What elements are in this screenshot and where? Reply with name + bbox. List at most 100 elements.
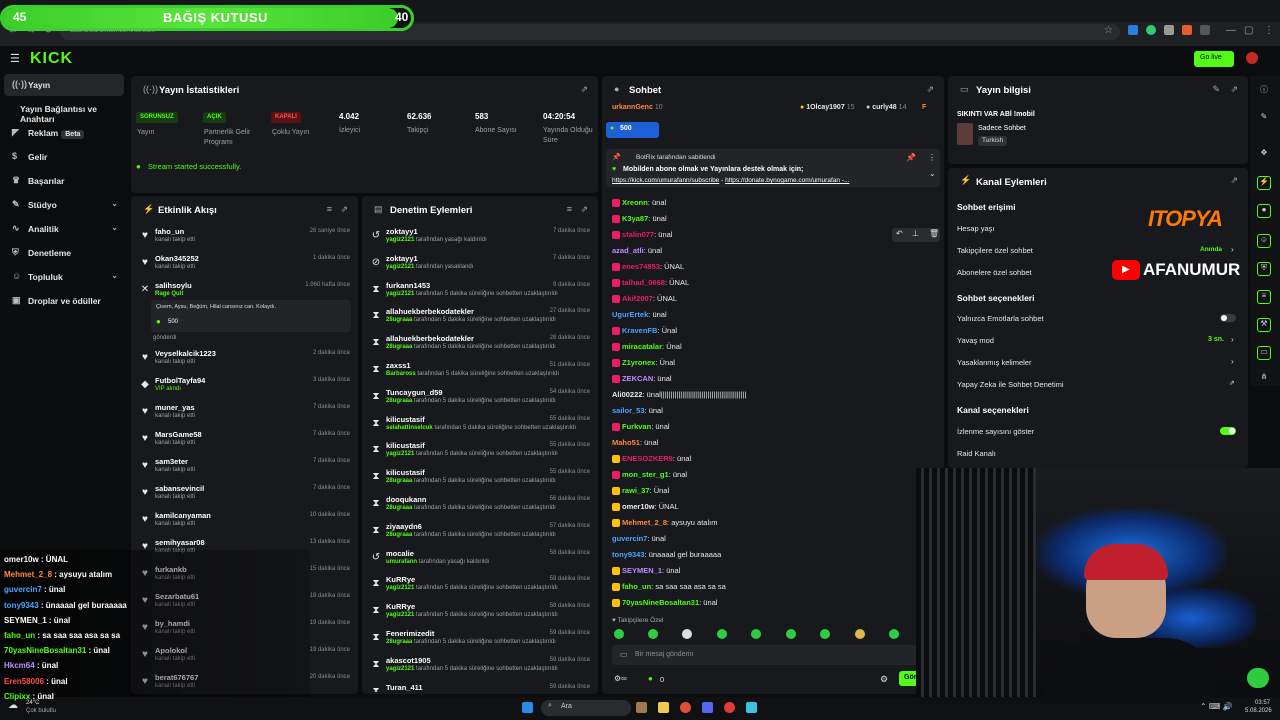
moderation-target[interactable]: zoktayy1	[386, 227, 418, 236]
emote-icon[interactable]	[889, 629, 899, 639]
moderator-name[interactable]: 28ugraaa	[386, 398, 412, 404]
wrench-icon[interactable]: ⚒	[1257, 318, 1271, 332]
goal-pill[interactable]: ● 500	[606, 122, 659, 138]
chat-username[interactable]: guvercin7	[612, 534, 647, 543]
taskbar-app-icon[interactable]	[746, 702, 757, 713]
chat-username[interactable]: Maho51	[612, 438, 640, 447]
sidebar-item-basarilar[interactable]: ♛ Başarılar	[4, 170, 124, 192]
chat-message[interactable]: ZEKCAN: ünal	[612, 374, 672, 384]
chat-username[interactable]: 70yasNineBosaltan31	[622, 598, 699, 607]
windows-start-icon[interactable]	[522, 702, 533, 713]
moderation-target[interactable]: zoktayy1	[386, 254, 418, 263]
chat-message[interactable]: UgurErtek: ünal	[612, 310, 667, 319]
chevron-down-icon[interactable]: ⌄	[929, 169, 936, 178]
activity-username[interactable]: sam3eter	[155, 457, 188, 466]
chat-input[interactable]: ▭ Bir mesaj gönderin	[612, 645, 938, 665]
category-tag[interactable]: Turkish	[978, 136, 1008, 146]
target-icon[interactable]: ✥	[1257, 148, 1271, 162]
moderation-target[interactable]: mocalie	[386, 549, 414, 558]
chat-username[interactable]: ZEKCAN	[622, 374, 653, 383]
extension-icon[interactable]	[1146, 25, 1156, 35]
chat-username[interactable]: mon_ster_g1	[622, 470, 669, 479]
moderation-target[interactable]: Fenerimizedit	[386, 629, 434, 638]
floating-action-button[interactable]	[1247, 668, 1269, 688]
sidebar-item-topluluk[interactable]: ☺ Topluluk ⌄	[4, 266, 124, 288]
monitor-icon[interactable]: ▭	[1257, 346, 1271, 360]
chat-message[interactable]: K3ya87: ünal	[612, 214, 667, 224]
moderation-target[interactable]: zaxss1	[386, 361, 411, 370]
chat-username[interactable]: talhad_0668	[622, 278, 665, 287]
share-icon[interactable]: ⋔	[1257, 372, 1271, 386]
chat-message[interactable]: miracatalar: Ünal	[612, 342, 682, 352]
activity-username[interactable]: salihsoylu	[155, 281, 192, 290]
chrome-icon[interactable]	[680, 702, 691, 713]
go-live-button[interactable]: Go live	[1194, 51, 1234, 67]
chat-message[interactable]: talhad_0668: ÜNAL	[612, 278, 689, 288]
extension-icon[interactable]	[1164, 25, 1174, 35]
moderator-name[interactable]: 28ugraaa	[386, 344, 412, 350]
raid-channel-setting[interactable]: Raid Kanalı	[957, 449, 996, 458]
popout-icon[interactable]: ⇗	[926, 84, 934, 95]
moderator-name[interactable]: yagiz2121	[386, 291, 414, 297]
chat-message[interactable]: faho_un: sa saa saa asa sa sa	[612, 582, 726, 592]
emotes-only-toggle[interactable]	[1220, 314, 1236, 322]
moderator-name[interactable]: yagiz2121	[386, 451, 414, 457]
emote-icon[interactable]	[682, 629, 692, 639]
moderator-name[interactable]: 28ugraaa	[386, 478, 412, 484]
filter-icon[interactable]: ≡	[327, 204, 332, 214]
filter-icon[interactable]: ≡	[567, 204, 572, 214]
users-icon[interactable]: ☺	[1257, 234, 1271, 248]
activity-username[interactable]: MarsGame58	[155, 430, 202, 439]
moderation-target[interactable]: KuRRye	[386, 602, 415, 611]
chat-username[interactable]: Ali00222	[612, 390, 642, 399]
moderator-name[interactable]: umurafann	[386, 559, 417, 565]
emote-icon[interactable]	[614, 629, 624, 639]
moderator-name[interactable]: 28ugraaa	[386, 505, 412, 511]
lightning-icon[interactable]: ⚡	[1257, 176, 1271, 190]
chat-message[interactable]: mon_ster_g1: ünal	[612, 470, 687, 480]
chat-username[interactable]: stalin077	[622, 230, 654, 239]
extension-icon[interactable]	[1182, 25, 1192, 35]
moderator-name[interactable]: Barbaross	[386, 371, 416, 377]
chat-message[interactable]: stalin077: ünal	[612, 230, 672, 240]
taskbar-app-icon[interactable]	[636, 702, 647, 713]
kick-logo[interactable]: KICK	[30, 50, 73, 68]
chat-username[interactable]: miracatalar	[622, 342, 662, 351]
avatar[interactable]	[1246, 52, 1258, 64]
activity-username[interactable]: Veyselkalcik1223	[155, 349, 216, 358]
delete-icon[interactable]: 🗑	[929, 229, 939, 238]
chat-username[interactable]: Akif2007	[622, 294, 653, 303]
chat-message[interactable]: azad_atli: ünal	[612, 246, 662, 255]
moderator-name[interactable]: selahattinselcuk	[386, 425, 433, 431]
gear-icon[interactable]: ⚙	[880, 674, 888, 685]
chat-username[interactable]: sailor_53	[612, 406, 645, 415]
sidebar-item-analitik[interactable]: ∿ Analitik ⌄	[4, 218, 124, 240]
browser-menu-icon[interactable]: ⋮	[1264, 25, 1274, 36]
chat-message[interactable]: Maho51: ünal	[612, 438, 658, 447]
list-icon[interactable]: ≡	[1257, 290, 1271, 304]
moderation-target[interactable]: furkann1453	[386, 281, 430, 290]
popout-icon[interactable]: ⇗	[340, 204, 348, 215]
chat-message[interactable]: guvercin7: ünal	[612, 534, 666, 543]
activity-username[interactable]: muner_yas	[155, 403, 195, 412]
popout-icon[interactable]: ⇗	[1230, 175, 1238, 186]
unpin-icon[interactable]: 📌	[906, 153, 916, 162]
sidebar-item-droplar[interactable]: ▣ Droplar ve ödüller	[4, 290, 124, 312]
activity-username[interactable]: Okan345252	[155, 254, 199, 263]
moderator-name[interactable]: yagiz2121	[386, 585, 414, 591]
chat-message[interactable]: Xreonn: ünal	[612, 198, 666, 208]
moderator-name[interactable]: 28ugraaa	[386, 532, 412, 538]
taskbar-app-icon[interactable]	[724, 702, 735, 713]
chat-message[interactable]: Akif2007: ÜNAL	[612, 294, 677, 304]
chat-username[interactable]: Furkvan	[622, 422, 651, 431]
chat-username[interactable]: Z1yronex	[622, 358, 655, 367]
moderation-target[interactable]: kilicustasif	[386, 415, 425, 424]
sidebar-item-stream-key[interactable]: Yayın Bağlantısı ve Anahtarı	[4, 98, 124, 124]
moderation-target[interactable]: allahuekberbekodatekler	[386, 334, 474, 343]
moderator-name[interactable]: yagiz2121	[386, 237, 414, 243]
moderation-target[interactable]: kilicustasif	[386, 441, 425, 450]
edit-icon[interactable]: ✎	[1257, 112, 1271, 126]
reply-icon[interactable]: ↶	[896, 229, 903, 238]
show-viewers-toggle[interactable]	[1220, 427, 1236, 435]
followers-only-setting[interactable]: Takipçilere özel sohbet	[957, 246, 1033, 255]
